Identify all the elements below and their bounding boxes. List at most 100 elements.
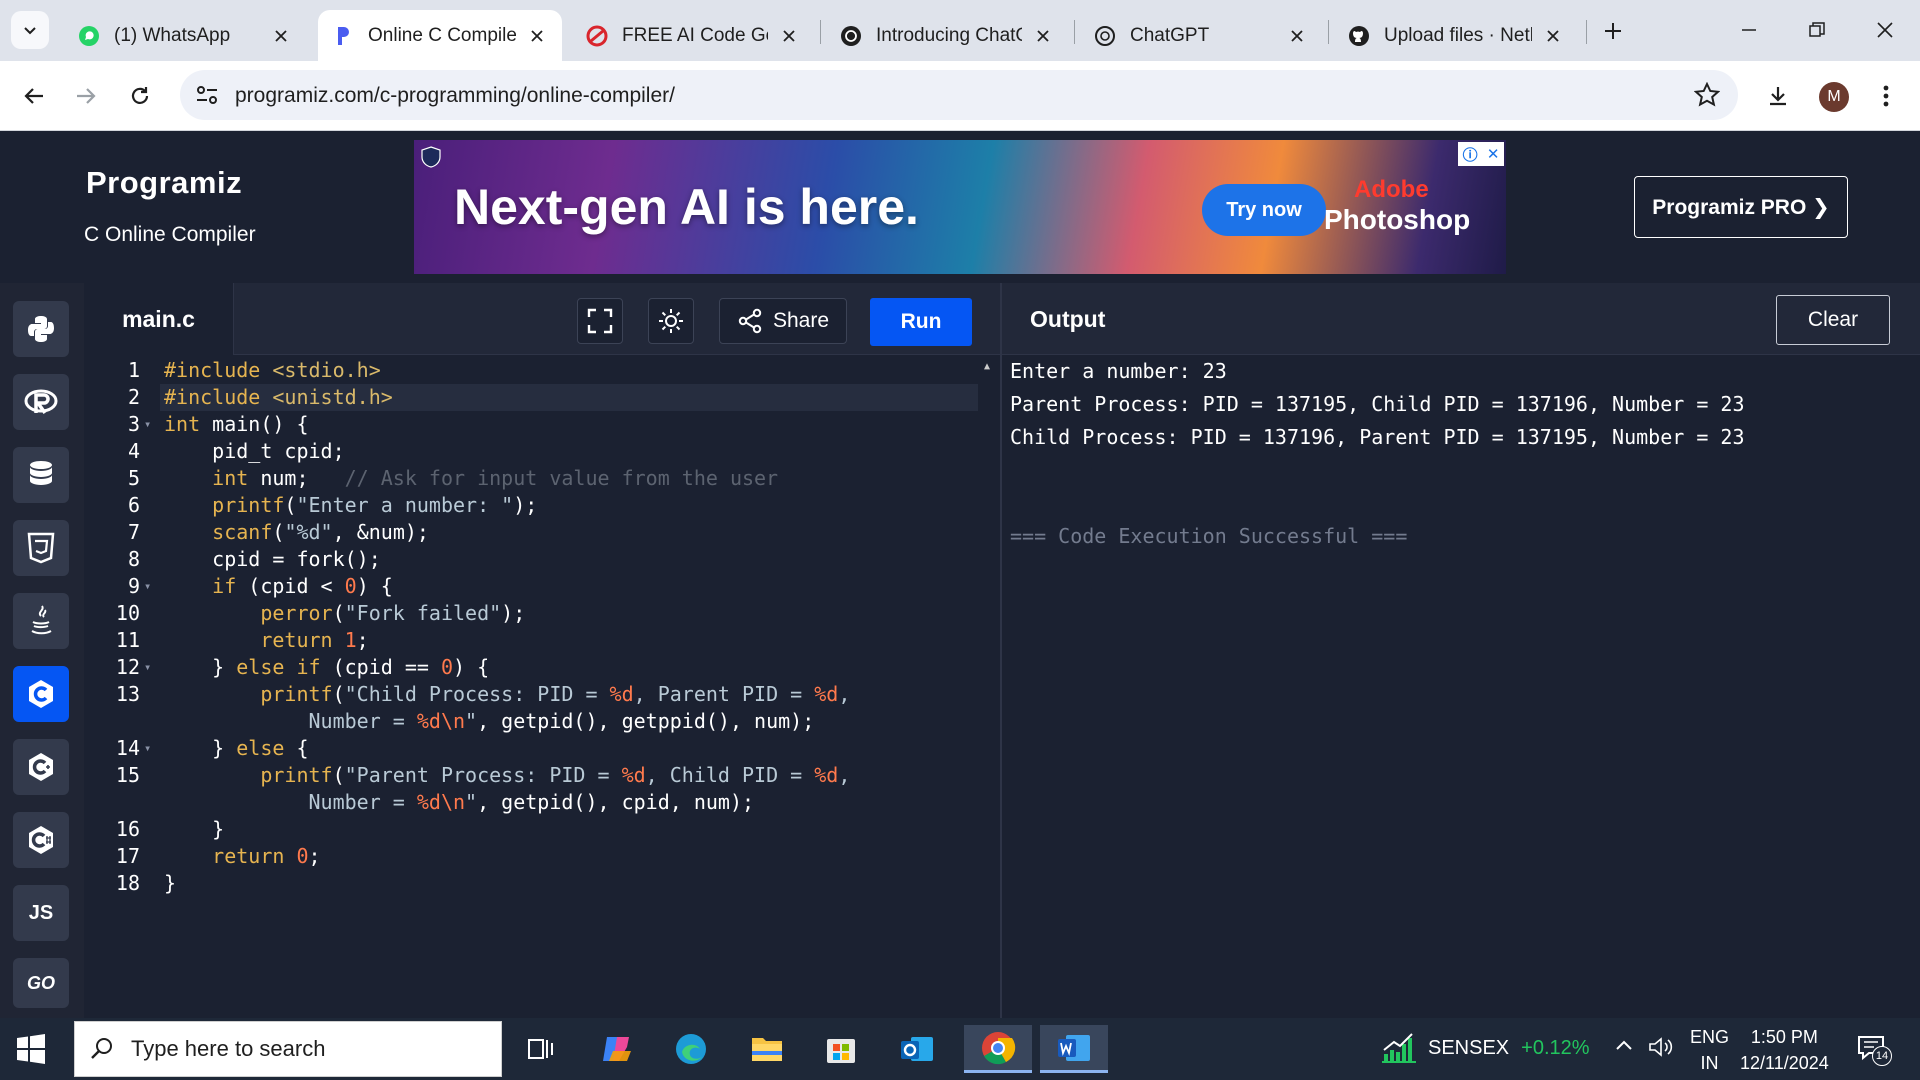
taskbar-outlook[interactable] [890,1025,944,1073]
taskbar-file-explorer[interactable] [740,1025,794,1073]
close-icon[interactable]: ✕ [1487,145,1500,163]
close-icon[interactable] [526,29,548,43]
code-line[interactable]: 12 ▾ } else if (cpid == 0) { [84,654,984,681]
back-button[interactable] [16,78,52,114]
taskbar-word[interactable] [1040,1025,1108,1073]
tab-github-upload[interactable]: Upload files · Neth [1334,10,1578,61]
output-console[interactable]: Enter a number: 23 Parent Process: PID =… [1010,355,1745,454]
bookmark-star-icon[interactable] [1694,82,1720,108]
minimize-button[interactable] [1726,10,1772,50]
csharp-icon [29,826,53,854]
language-python[interactable] [13,301,69,357]
language-javascript[interactable]: JS [13,885,69,941]
code-line[interactable]: 5 int num; // Ask for input value from t… [84,465,984,492]
close-icon[interactable] [1032,29,1054,43]
fold-toggle-icon[interactable]: ▾ [144,573,151,600]
new-tab-button[interactable] [1598,16,1628,46]
code-line[interactable]: Number = %d\n", getpid(), getppid(), num… [84,708,984,735]
taskbar-copilot[interactable] [590,1025,644,1073]
taskbar-clock[interactable]: 1:50 PM 12/11/2024 [1740,1024,1829,1076]
ad-choices[interactable]: ⓘ ✕ [1458,142,1504,166]
ad-try-now-button[interactable]: Try now [1202,184,1326,236]
code-line[interactable]: 4 pid_t cpid; [84,438,984,465]
tab-separator [1586,20,1587,44]
tab-chatgpt[interactable]: ChatGPT [1080,10,1322,61]
language-html[interactable] [13,520,69,576]
language-cpp[interactable] [13,739,69,795]
windows-start-icon[interactable] [16,1034,46,1064]
code-line[interactable]: 7 scanf("%d", &num); [84,519,984,546]
programiz-logo[interactable]: Programiz [86,165,242,201]
file-tab-main-c[interactable]: main.c [84,283,234,355]
output-line: Parent Process: PID = 137195, Child PID … [1010,392,1745,416]
advertisement-banner[interactable]: Next-gen AI is here. Try now Adobe Photo… [414,140,1506,274]
js-icon: JS [28,901,54,924]
fold-toggle-icon[interactable]: ▾ [144,654,151,681]
code-line[interactable]: 11 return 1; [84,627,984,654]
info-icon[interactable]: ⓘ [1463,144,1478,165]
forward-button[interactable] [68,78,104,114]
url-text[interactable]: programiz.com/c-programming/online-compi… [235,84,675,108]
profile-avatar[interactable]: M [1819,82,1849,112]
run-button[interactable]: Run [870,298,972,346]
code-line[interactable]: 17 return 0; [84,843,984,870]
browser-menu-button[interactable] [1868,78,1904,114]
taskbar-microsoft-store[interactable] [814,1025,868,1073]
line-number: 6 [127,493,140,517]
tab-search-button[interactable] [11,11,49,49]
share-button[interactable]: Share [719,298,847,344]
code-line[interactable]: 9 ▾ if (cpid < 0) { [84,573,984,600]
theme-toggle-button[interactable] [648,298,694,344]
notification-center-button[interactable]: 14 [1856,1032,1892,1066]
taskbar-chrome[interactable] [964,1025,1032,1073]
code-line[interactable]: 18} [84,870,984,897]
code-line[interactable]: 10 perror("Fork failed"); [84,600,984,627]
tab-online-c-compiler[interactable]: Online C Compiler [318,10,562,61]
volume-button[interactable] [1648,1036,1674,1063]
code-line[interactable]: 14 ▾ } else { [84,735,984,762]
taskbar-edge[interactable] [664,1025,718,1073]
clear-button[interactable]: Clear [1776,295,1890,345]
close-icon[interactable] [270,29,292,43]
code-line[interactable]: 15 printf("Parent Process: PID = %d, Chi… [84,762,984,789]
programiz-pro-button[interactable]: Programiz PRO ❯ [1634,176,1848,238]
restore-button[interactable] [1794,10,1840,50]
code-line[interactable]: 8 cpid = fork(); [84,546,984,573]
tab-introducing-chatgpt[interactable]: Introducing ChatG [826,10,1068,61]
code-line[interactable]: 1 #include <stdio.h> [84,357,984,384]
language-sql[interactable] [13,447,69,503]
input-language-indicator[interactable]: ENG IN [1690,1024,1729,1076]
task-view-button[interactable] [514,1025,568,1073]
code-line[interactable]: 6 printf("Enter a number: "); [84,492,984,519]
close-icon[interactable] [1286,29,1308,43]
code-area[interactable]: ▲ 1 #include <stdio.h> 2 #include <unistd.h… [84,355,1000,1018]
line-number: 3 [127,412,140,436]
address-bar[interactable]: programiz.com/c-programming/online-compi… [180,70,1738,120]
close-icon[interactable] [778,29,800,43]
show-hidden-icons-button[interactable] [1614,1036,1634,1061]
code-line[interactable]: 2 #include <unistd.h> [84,384,984,411]
language-c[interactable] [13,666,69,722]
tab-whatsapp[interactable]: (1) WhatsApp [64,10,306,61]
code-line[interactable]: 3 ▾ int main() { [84,411,984,438]
code-line[interactable]: 16 } [84,816,984,843]
language-r[interactable] [13,374,69,430]
language-java[interactable] [13,593,69,649]
window-close-button[interactable] [1862,10,1908,50]
scroll-up-arrow[interactable]: ▲ [984,361,990,372]
downloads-button[interactable] [1760,78,1796,114]
close-icon[interactable] [1542,29,1564,43]
reload-button[interactable] [122,78,158,114]
code-line[interactable]: Number = %d\n", getpid(), cpid, num); [84,789,984,816]
site-settings-icon[interactable] [194,83,220,107]
taskbar-search-box[interactable]: Type here to search [74,1021,502,1077]
tab-free-ai-code[interactable]: FREE AI Code Gene [572,10,814,61]
fullscreen-button[interactable] [577,298,623,344]
language-csharp[interactable] [13,812,69,868]
language-go[interactable]: GO [13,958,69,1008]
code-line[interactable]: 13 printf("Child Process: PID = %d, Pare… [84,681,984,708]
code-text: } else if (cpid == 0) { [164,655,490,679]
stock-ticker-widget[interactable]: SENSEX +0.12% [1380,1028,1590,1068]
fold-toggle-icon[interactable]: ▾ [144,411,151,438]
fold-toggle-icon[interactable]: ▾ [144,735,151,762]
